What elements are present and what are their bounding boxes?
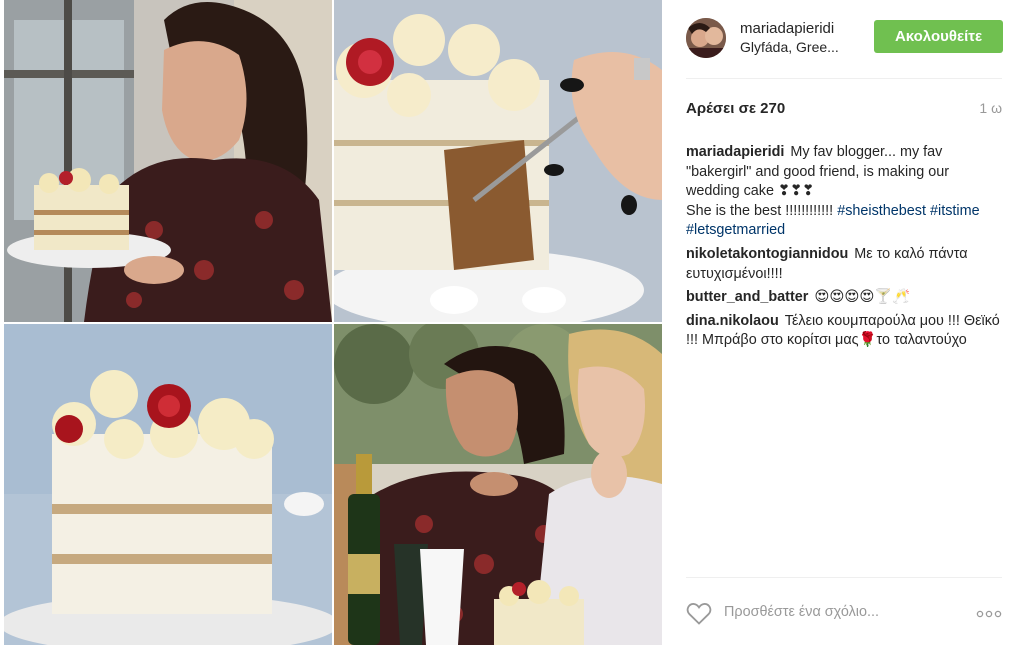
divider: [686, 78, 1002, 79]
divider: [686, 577, 1002, 578]
likes-row: Αρέσει σε 270 1 ω: [686, 100, 1002, 122]
photo-woman-with-cake: [4, 0, 332, 322]
photo-naked-cake: [4, 324, 332, 645]
post-image-collage[interactable]: [0, 0, 662, 645]
photo-cake-with-fork: [334, 0, 662, 322]
user-info: mariadapieridi Glyfáda, Gree...: [740, 19, 839, 57]
comment-emoji: 😍😍😍😍🍸🥂: [814, 289, 911, 306]
following-button[interactable]: Ακολουθείτε: [874, 20, 1003, 53]
comment-caption: mariadapieridi My fav blogger... my fav …: [686, 143, 1004, 241]
post-time[interactable]: 1 ω: [979, 100, 1002, 116]
rose-emoji: 🌹: [858, 332, 877, 349]
comment-username[interactable]: dina.nikolaou: [686, 313, 779, 329]
post-sidebar: mariadapieridi Glyfáda, Gree... Ακολουθε…: [662, 0, 1024, 645]
add-comment-input[interactable]: [724, 604, 954, 620]
comment-text-end: το ταλαντούχο: [876, 332, 967, 349]
add-comment-row: [686, 600, 1002, 630]
post-header: mariadapieridi Glyfáda, Gree... Ακολουθε…: [686, 14, 1003, 62]
hashtag-sheisthebest[interactable]: #sheisthebest: [837, 203, 926, 219]
comments-list: mariadapieridi My fav blogger... my fav …: [686, 143, 1004, 355]
comment-username[interactable]: nikoletakontogiannidou: [686, 246, 848, 262]
location-link[interactable]: Glyfáda, Gree...: [740, 38, 839, 57]
heart-icon[interactable]: [686, 602, 712, 631]
comment-item: nikoletakontogiannidou Με το καλό πάντα …: [686, 245, 1004, 284]
more-options-icon[interactable]: [976, 602, 1002, 623]
comment-item: dina.nikolaou Τέλειο κουμπαρούλα μου !!!…: [686, 312, 1004, 351]
comment-item: butter_and_batter 😍😍😍😍🍸🥂: [686, 288, 1004, 308]
hashtag-itstime[interactable]: #itstime: [930, 203, 980, 219]
avatar[interactable]: [686, 18, 726, 58]
photo-two-women-champagne: [334, 324, 662, 645]
username-link[interactable]: mariadapieridi: [740, 19, 839, 38]
likes-count[interactable]: Αρέσει σε 270: [686, 100, 785, 117]
comment-text-line2: She is the best !!!!!!!!!!!!: [686, 202, 834, 219]
hashtag-letsgetmarried[interactable]: #letsgetmarried: [686, 222, 785, 238]
comment-username[interactable]: mariadapieridi: [686, 144, 784, 160]
hearts-emoji: ❣❣❣: [778, 183, 815, 200]
comment-username[interactable]: butter_and_batter: [686, 289, 808, 305]
